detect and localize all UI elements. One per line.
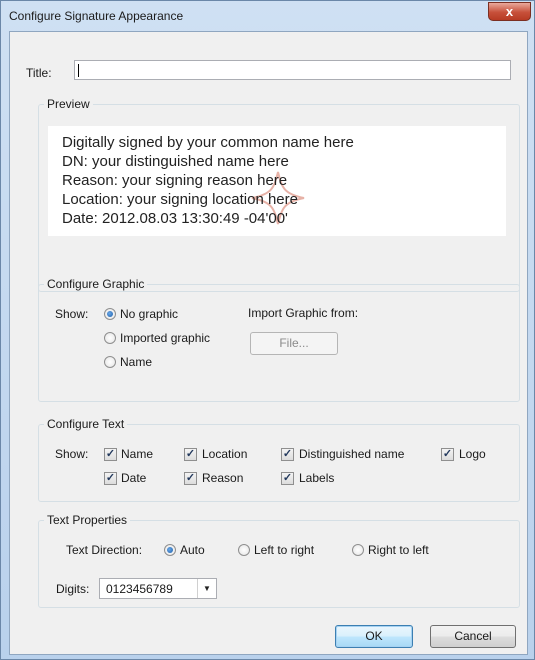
graphic-show-label: Show: [55, 307, 89, 321]
direction-ltr-label: Left to right [254, 543, 315, 557]
ok-button-label: OK [365, 629, 383, 643]
reason-checkbox-label: Reason [202, 471, 244, 485]
imported-graphic-radio[interactable] [104, 332, 116, 344]
file-button[interactable]: File... [250, 332, 338, 355]
preview-line-signed-by: Digitally signed by your common name her… [62, 134, 354, 151]
direction-ltr-radio[interactable] [238, 544, 250, 556]
preview-line-dn: DN: your distinguished name here [62, 153, 289, 170]
imported-graphic-label: Imported graphic [120, 331, 211, 345]
preview-heading: Preview [44, 97, 93, 111]
logo-checkbox-label: Logo [459, 447, 486, 461]
date-checkbox-label: Date [121, 471, 147, 485]
no-graphic-radio[interactable] [104, 308, 116, 320]
digits-select-value: 0123456789 [106, 582, 173, 596]
location-checkbox-label: Location [202, 447, 248, 461]
preview-line-location: Location: your signing location here [62, 191, 298, 208]
labels-checkbox[interactable]: ✓ [281, 472, 294, 485]
labels-checkbox-label: Labels [299, 471, 335, 485]
configure-graphic-heading: Configure Graphic [44, 277, 148, 291]
text-direction-label: Text Direction: [66, 543, 143, 557]
no-graphic-label: No graphic [120, 307, 179, 321]
digits-select[interactable]: 0123456789 ▼ [99, 578, 217, 599]
direction-rtl-label: Right to left [368, 543, 429, 557]
name-graphic-label: Name [120, 355, 153, 369]
cancel-button[interactable]: Cancel [430, 625, 516, 648]
title-bar[interactable]: Configure Signature Appearance x [1, 1, 534, 31]
logo-checkbox[interactable]: ✓ [441, 448, 454, 461]
location-checkbox[interactable]: ✓ [184, 448, 197, 461]
cancel-button-label: Cancel [454, 629, 492, 643]
configure-text-group [38, 424, 520, 502]
configure-text-heading: Configure Text [44, 417, 128, 431]
close-icon: x [505, 4, 514, 19]
name-checkbox[interactable]: ✓ [104, 448, 117, 461]
direction-auto-radio[interactable] [164, 544, 176, 556]
name-checkbox-label: Name [121, 447, 154, 461]
text-properties-heading: Text Properties [44, 513, 131, 527]
direction-rtl-radio[interactable] [352, 544, 364, 556]
file-button-label: File... [279, 336, 309, 350]
text-caret [78, 64, 79, 77]
window-title: Configure Signature Appearance [9, 9, 184, 23]
ok-button[interactable]: OK [335, 625, 413, 648]
dialog-window: Configure Signature Appearance x Title: … [0, 0, 535, 660]
preview-line-date: Date: 2012.08.03 13:30:49 -04'00' [62, 210, 288, 227]
reason-checkbox[interactable]: ✓ [184, 472, 197, 485]
title-label: Title: [26, 66, 52, 80]
dialog-client-area: Title: Preview Digitally signed by your … [9, 31, 528, 655]
preview-box: Digitally signed by your common name her… [48, 126, 506, 236]
digits-label: Digits: [56, 582, 90, 596]
text-show-label: Show: [55, 447, 89, 461]
distinguished-name-checkbox[interactable]: ✓ [281, 448, 294, 461]
preview-line-reason: Reason: your signing reason here [62, 172, 288, 189]
name-graphic-radio[interactable] [104, 356, 116, 368]
direction-auto-label: Auto [180, 543, 205, 557]
date-checkbox[interactable]: ✓ [104, 472, 117, 485]
distinguished-name-checkbox-label: Distinguished name [299, 447, 405, 461]
title-input[interactable] [74, 60, 511, 80]
import-graphic-label: Import Graphic from: [248, 306, 359, 320]
chevron-down-icon[interactable]: ▼ [197, 579, 216, 598]
close-button[interactable]: x [488, 2, 531, 21]
